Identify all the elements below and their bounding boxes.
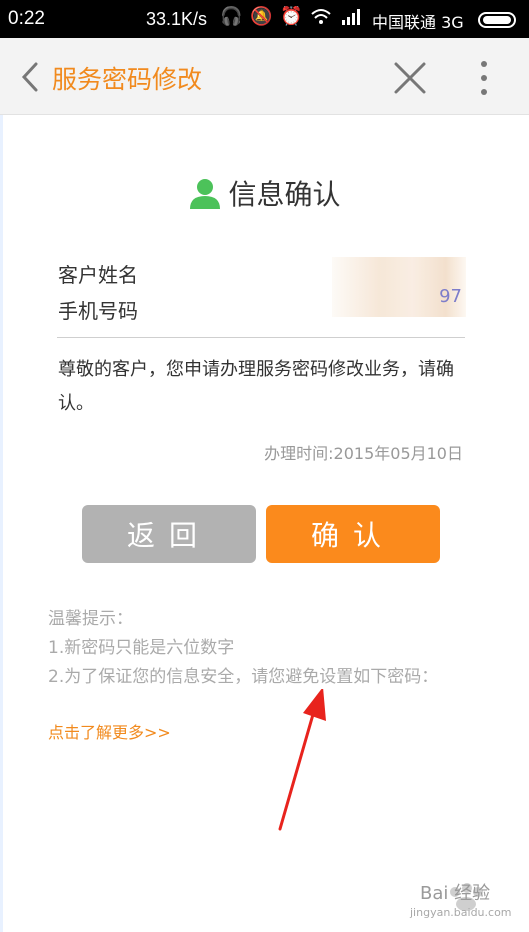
page-title: 服务密码修改 <box>52 65 203 94</box>
wifi-icon <box>310 6 332 28</box>
mute-icon: 🔕 <box>250 6 273 27</box>
close-icon[interactable] <box>390 58 430 98</box>
confirm-button[interactable]: 确认 <box>266 505 440 563</box>
annotation-arrow <box>278 689 326 831</box>
customer-name-label: 客户姓名 <box>58 263 138 287</box>
phone-number-label: 手机号码 <box>58 299 138 323</box>
watermark-url: jingyan.baidu.com <box>410 906 512 919</box>
learn-more-link[interactable]: 点击了解更多>> <box>48 719 171 743</box>
tips-heading: 温馨提示： <box>48 609 133 629</box>
person-icon <box>188 176 222 210</box>
watermark-brand: Bai 经验 <box>420 883 491 904</box>
info-title-text: 信息确认 <box>228 178 341 211</box>
carrier-label: 中国联通 3G <box>372 13 464 32</box>
back-button[interactable]: 返回 <box>82 505 256 563</box>
handle-time: 办理时间:2015年05月10日 <box>264 444 463 463</box>
alarm-icon: ⏰ <box>280 6 303 27</box>
tips-section: 温馨提示： 1.新密码只能是六位数字 2.为了保证您的信息安全，请您避免设置如下… <box>48 605 468 692</box>
tip-item: 1.新密码只能是六位数字 <box>48 638 235 658</box>
blurred-customer-info: 97 <box>332 257 466 317</box>
left-edge <box>0 115 3 932</box>
status-bar: 0:22 33.1K/s 🎧 🔕 ⏰ 中国联通 3G <box>0 0 529 38</box>
network-speed: 33.1K/s <box>146 9 208 29</box>
back-arrow-icon[interactable] <box>18 60 48 94</box>
confirmation-notice: 尊敬的客户，您申请办理服务密码修改业务，请确认。 <box>58 359 454 414</box>
headphones-icon: 🎧 <box>220 6 243 27</box>
app-header: 服务密码修改 <box>0 38 529 115</box>
status-icons: 🎧 🔕 ⏰ <box>220 6 362 28</box>
info-title: 信息确认 <box>0 173 529 213</box>
phone-number-tail: 97 <box>439 286 462 307</box>
battery-icon <box>478 12 516 28</box>
divider <box>57 337 465 338</box>
main-content: 信息确认 客户姓名 手机号码 97 尊敬的客户，您申请办理服务密码修改业务，请确… <box>0 115 529 932</box>
signal-icon <box>340 6 362 28</box>
tip-item: 2.为了保证您的信息安全，请您避免设置如下密码： <box>48 667 439 687</box>
more-vertical-icon[interactable] <box>476 58 492 98</box>
status-time: 0:22 <box>8 8 45 29</box>
